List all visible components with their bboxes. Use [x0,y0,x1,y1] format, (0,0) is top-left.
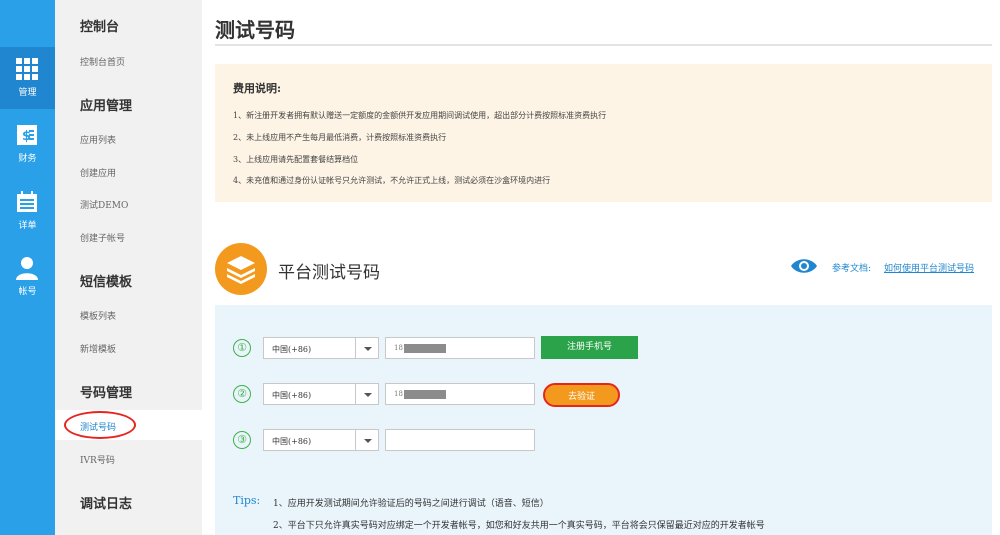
rail-label: 财务 [18,154,37,164]
step-number-3: ③ [233,431,251,449]
phone-input-1[interactable]: 18 [385,337,535,359]
verify-button[interactable]: 去验证 [543,383,620,407]
step-number-1: ① [233,339,251,357]
country-value: 中国(+86) [272,345,312,354]
section-title: 平台测试号码 [278,263,380,283]
nav-group-sms-templates: 短信模板 [80,275,133,290]
notice-line: 1、新注册开发者拥有默认赠送一定额度的金额供开发应用期间调试使用，超出部分计费按… [233,111,607,120]
rail-item-details[interactable]: 详单 [0,180,55,242]
icon-rail: 管理 $ 财务 详单 帐号 [0,0,55,535]
rail-label: 管理 [18,88,37,98]
chevron-down-icon [364,393,372,397]
country-select-2[interactable]: 中国(+86) [263,383,379,405]
rail-label: 详单 [18,221,37,231]
finance-icon: $ [17,125,37,145]
nav-item-create-app[interactable]: 创建应用 [80,166,116,179]
nav-item-template-list[interactable]: 模板列表 [80,309,116,322]
select-divider [355,338,356,358]
select-divider [355,430,356,450]
secondary-nav [55,0,202,535]
tip-line: 2、平台下只允许真实号码对应绑定一个开发者帐号，如您和好友共用一个真实号码，平台… [273,521,765,531]
nav-group-numbers: 号码管理 [80,386,133,401]
grid-icon [16,58,38,80]
calendar-icon [17,191,37,212]
chevron-down-icon [364,347,372,351]
notice-title: 费用说明: [233,82,282,95]
nav-group-console: 控制台 [80,20,120,35]
layers-icon [215,243,267,295]
phone-prefix: 18 [394,390,403,398]
nav-item-create-subaccount[interactable]: 创建子帐号 [80,231,125,244]
nav-item-app-list[interactable]: 应用列表 [80,133,116,146]
eye-icon [791,259,817,273]
select-divider [355,384,356,404]
phone-prefix: 18 [394,344,403,352]
rail-label: 帐号 [18,287,37,297]
rail-item-finance[interactable]: $ 财务 [0,113,55,175]
country-value: 中国(+86) [272,437,312,446]
nav-item-test-demo[interactable]: 测试DEMO [80,198,128,211]
register-phone-button[interactable]: 注册手机号 [541,336,638,359]
phone-input-2[interactable]: 18 [385,383,535,405]
nav-item-add-template[interactable]: 新增模板 [80,342,116,355]
ref-doc-link[interactable]: 如何使用平台测试号码 [884,261,974,274]
redacted-mask [404,390,446,399]
phone-input-3[interactable] [385,429,535,451]
page-title: 测试号码 [215,18,295,42]
notice-line: 3、上线应用请先配置套餐结算档位 [233,155,359,164]
country-select-1[interactable]: 中国(+86) [263,337,379,359]
rail-item-account[interactable]: 帐号 [0,246,55,308]
chevron-down-icon [364,439,372,443]
notice-line: 4、未充值和通过身份认证帐号只允许测试，不允许正式上线，测试必须在沙盒环境内进行 [233,176,551,185]
tips-label: Tips: [233,494,261,507]
nav-group-debug-logs[interactable]: 调试日志 [80,493,132,512]
nav-item-ivr-numbers[interactable]: IVR号码 [80,453,115,466]
title-divider [215,44,992,46]
rail-item-manage[interactable]: 管理 [0,47,55,109]
country-value: 中国(+86) [272,391,312,400]
redacted-mask [404,344,446,353]
nav-group-apps: 应用管理 [80,99,133,114]
fee-notice: 费用说明: 1、新注册开发者拥有默认赠送一定额度的金额供开发应用期间调试使用，超… [215,64,992,202]
user-icon [16,257,38,280]
highlight-circle [64,411,136,439]
ref-doc-label: 参考文档: [832,264,872,274]
country-select-3[interactable]: 中国(+86) [263,429,379,451]
tip-line: 1、应用开发测试期间允许验证后的号码之间进行调试（语音、短信） [273,499,549,509]
step-number-2: ② [233,385,251,403]
notice-line: 2、未上线应用不产生每月最低消费，计费按照标准资费执行 [233,133,447,142]
nav-item-console-home[interactable]: 控制台首页 [80,55,125,68]
